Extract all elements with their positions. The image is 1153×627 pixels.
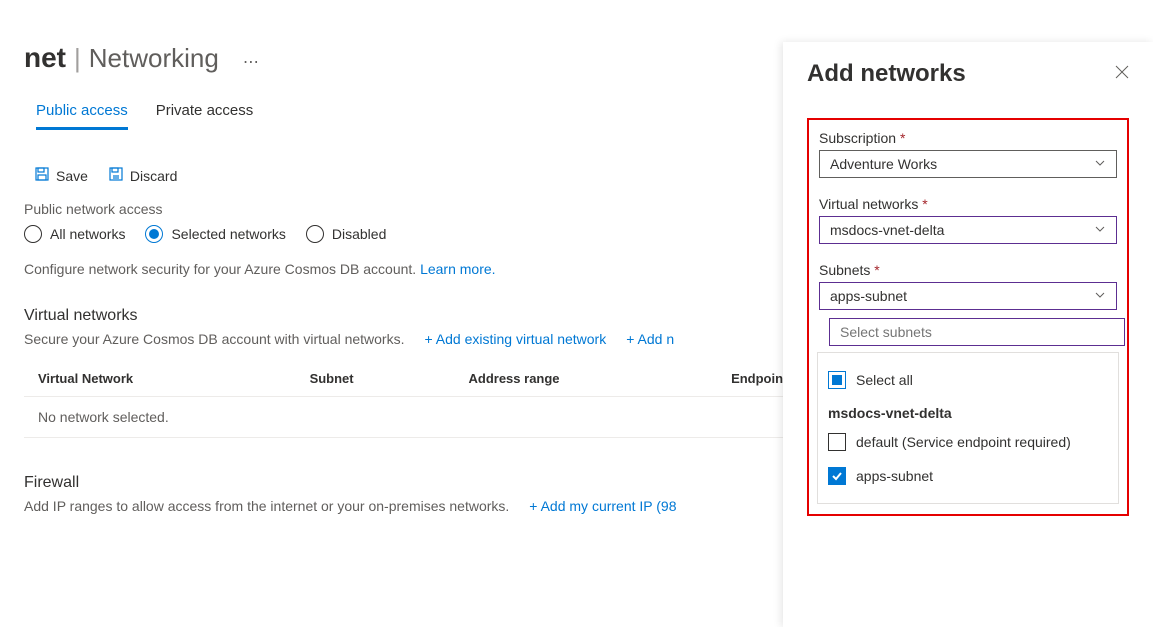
subnet-search-input[interactable] [829,318,1125,346]
vnet-value: msdocs-vnet-delta [830,222,944,238]
vnet-desc: Secure your Azure Cosmos DB account with… [24,331,405,347]
add-new-vnet-link[interactable]: + Add n [626,331,674,347]
checkbox-checked-icon [828,467,846,485]
add-existing-vnet-link[interactable]: + Add existing virtual network [425,331,607,347]
subscription-select[interactable]: Adventure Works [819,150,1117,178]
save-icon [34,166,50,185]
panel-title: Add networks [807,60,966,88]
chevron-down-icon [1094,289,1106,304]
close-icon[interactable] [1115,65,1129,84]
subnet-option-label: apps-subnet [856,468,933,484]
tab-private-access[interactable]: Private access [156,102,254,130]
radio-selected-label: Selected networks [171,226,285,242]
highlight-box: Subscription * Adventure Works Virtual n… [807,118,1129,516]
subnet-option-apps[interactable]: apps-subnet [828,459,1108,493]
radio-all-label: All networks [50,226,125,242]
subnets-label: Subnets * [819,262,1117,278]
more-icon[interactable]: ⋯ [243,52,259,72]
col-virtual-network: Virtual Network [24,361,296,397]
vnet-field-label: Virtual networks * [819,196,1117,212]
save-label: Save [56,168,88,184]
subnet-option-default[interactable]: default (Service endpoint required) [828,425,1108,459]
discard-label: Discard [130,168,177,184]
radio-disabled-label: Disabled [332,226,386,242]
subscription-label: Subscription * [819,130,1117,146]
discard-icon [108,166,124,185]
add-current-ip-link[interactable]: + Add my current IP (98 [529,498,676,514]
add-networks-panel: Add networks Subscription * Adventure Wo… [783,42,1153,627]
learn-more-link[interactable]: Learn more. [420,261,495,277]
tab-public-access[interactable]: Public access [36,102,128,130]
subnet-option-label: default (Service endpoint required) [856,434,1071,450]
discard-button[interactable]: Discard [108,166,177,185]
chevron-down-icon [1094,223,1106,238]
subnets-select[interactable]: apps-subnet [819,282,1117,310]
col-address-range: Address range [455,361,718,397]
radio-disabled[interactable]: Disabled [306,225,386,243]
chevron-down-icon [1094,157,1106,172]
separator: | [74,43,81,74]
subnets-value: apps-subnet [830,288,907,304]
save-button[interactable]: Save [34,166,88,185]
subscription-value: Adventure Works [830,156,937,172]
vnet-select[interactable]: msdocs-vnet-delta [819,216,1117,244]
col-subnet: Subnet [296,361,455,397]
resource-name-fragment: net [24,42,66,74]
radio-selected-networks[interactable]: Selected networks [145,225,285,243]
select-all-label: Select all [856,372,913,388]
checkbox-unchecked-icon [828,433,846,451]
select-all-row[interactable]: Select all [828,363,1108,397]
subnet-dropdown: Select all msdocs-vnet-delta default (Se… [817,352,1119,504]
page-title: Networking [89,43,219,74]
checkbox-indeterminate-icon [828,371,846,389]
subnet-group-label: msdocs-vnet-delta [828,397,1108,425]
firewall-desc: Add IP ranges to allow access from the i… [24,498,509,514]
radio-all-networks[interactable]: All networks [24,225,125,243]
